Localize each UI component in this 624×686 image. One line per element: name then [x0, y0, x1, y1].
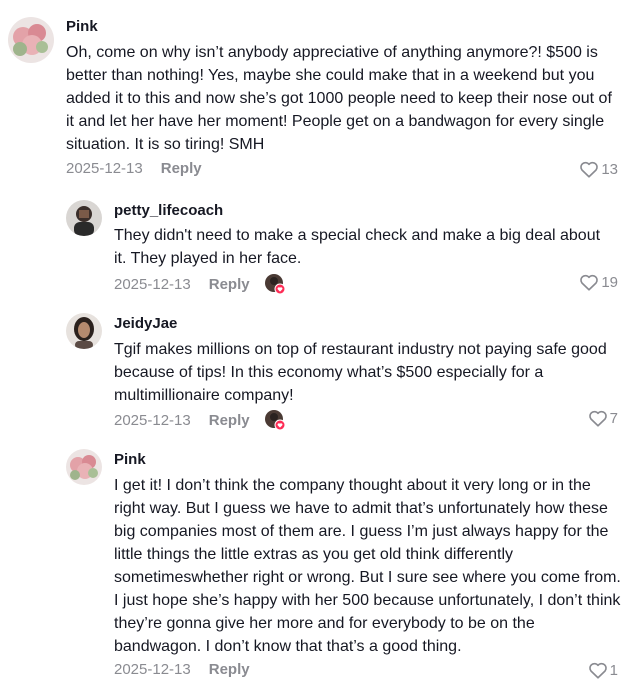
reply-button[interactable]: Reply [161, 160, 202, 177]
like-button[interactable]: 1 [588, 661, 618, 679]
heart-outline-icon[interactable] [579, 160, 599, 178]
like-button[interactable]: 13 [579, 160, 618, 178]
comment-meta: 2025-12-13 Reply [114, 273, 286, 295]
like-count: 19 [601, 273, 618, 291]
comment-text: I get it! I don’t think the company thou… [114, 477, 621, 655]
heart-outline-icon[interactable] [588, 661, 608, 679]
reply-button[interactable]: Reply [209, 276, 250, 293]
comment-date: 2025-12-13 [114, 275, 191, 293]
comment-meta: 2025-12-13 Reply [66, 160, 202, 177]
creator-liked-badge-icon [264, 409, 286, 431]
comment-username[interactable]: petty_lifecoach [114, 202, 223, 219]
comment-username[interactable]: Pink [114, 451, 146, 468]
comment-date: 2025-12-13 [114, 411, 191, 429]
heart-outline-icon[interactable] [579, 273, 599, 291]
heart-outline-icon[interactable] [588, 409, 608, 427]
reply-button[interactable]: Reply [209, 661, 250, 678]
avatar[interactable] [66, 449, 102, 485]
avatar[interactable] [8, 17, 54, 63]
like-button[interactable]: 19 [579, 273, 618, 291]
like-count: 13 [601, 160, 618, 178]
comment-text: Oh, come on why isn’t anybody appreciati… [66, 44, 612, 153]
comment-date: 2025-12-13 [114, 661, 191, 678]
avatar[interactable] [66, 200, 102, 236]
comment-text: Tgif makes millions on top of restaurant… [114, 341, 607, 404]
reply-button[interactable]: Reply [209, 412, 250, 429]
avatar[interactable] [66, 313, 102, 349]
comment-username[interactable]: JeidyJae [114, 315, 177, 332]
creator-liked-badge-icon [264, 273, 286, 295]
comment-meta: 2025-12-13 Reply [114, 409, 286, 431]
comment-date: 2025-12-13 [66, 160, 143, 177]
comment-username[interactable]: Pink [66, 18, 98, 35]
like-count: 7 [609, 409, 618, 427]
like-button[interactable]: 7 [588, 409, 618, 427]
comment-text: They didn't need to make a special check… [114, 227, 601, 267]
comment-meta: 2025-12-13 Reply [114, 661, 250, 678]
like-count: 1 [609, 661, 618, 679]
